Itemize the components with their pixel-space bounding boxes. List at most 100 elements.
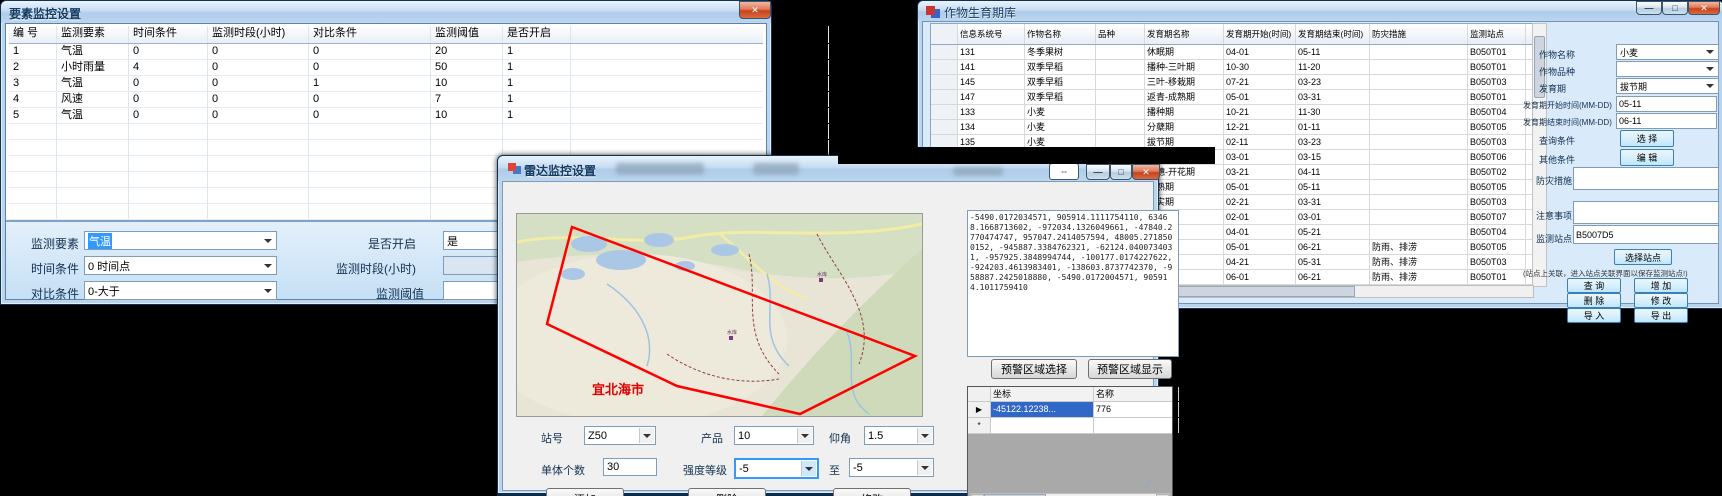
table-row[interactable]: 147双季早稻返青-成熟期05-0103-31B050T01 [931, 90, 1532, 105]
window2-maximize-button[interactable]: □ [1110, 164, 1132, 180]
minimize-icon: — [1645, 4, 1654, 13]
redaction-bar [838, 147, 1215, 164]
warning-area-select-button[interactable]: 预警区域选择 [991, 359, 1077, 379]
delete-button[interactable]: 删除 [688, 488, 766, 496]
table-cell [309, 124, 431, 139]
chevron-down-icon[interactable] [917, 428, 932, 443]
add-button[interactable]: 增 加 [1634, 278, 1688, 293]
import-button[interactable]: 导 入 [1567, 308, 1621, 323]
table-row[interactable]: 145双季早稻三叶-移栽期07-2103-23B050T03 [931, 75, 1532, 90]
map-place-label: 宜北海市 [592, 382, 644, 397]
table-row[interactable]: 3气温001101 [9, 76, 763, 92]
table-header-row[interactable]: 信息系统号作物名称品种发育期名称发育期开始(时间)发育期结束(时间)防灾措施监测… [931, 24, 1532, 45]
table-cell: B050T01 [1468, 60, 1526, 74]
intensity-combobox[interactable]: -5 [734, 458, 819, 479]
measures-textarea[interactable] [1573, 167, 1719, 190]
table-cell: 作物名称 [1025, 24, 1096, 44]
map-marker-label: 水库 [727, 329, 737, 336]
export-button[interactable]: 导 出 [1634, 308, 1688, 323]
table-row[interactable] [9, 124, 763, 140]
redacted-text [753, 163, 799, 175]
chevron-down-icon[interactable] [917, 460, 932, 475]
table-cell: 02-21 [1224, 195, 1296, 209]
table-row[interactable]: 141双季早稻播种-三叶期10-3011-20B050T01 [931, 60, 1532, 75]
table-cell: 04-01 [1224, 225, 1296, 239]
window1-close-button[interactable]: ✕ [739, 1, 771, 19]
window-radar-monitor-settings: 雷达监控设置 ⇔ — □ ✕ [497, 155, 1159, 496]
table-cell: 10-30 [1224, 60, 1296, 74]
add-button[interactable]: 添加 [546, 488, 624, 496]
table-row[interactable]: 134小麦分蘖期12-2101-11B050T05 [931, 120, 1532, 135]
window3-maximize-button[interactable]: □ [1662, 1, 1688, 15]
table-row[interactable]: 1气温000201 [9, 44, 763, 60]
modify-button[interactable]: 修 改 [1634, 293, 1688, 308]
table-cell [571, 26, 829, 43]
window1-titlebar[interactable]: 要素监控设置 ✕ [1, 1, 771, 23]
chevron-down-icon[interactable] [801, 461, 816, 476]
map-canvas: 水库 水库 宜北海市 [517, 214, 922, 416]
window2-close-button[interactable]: ✕ [1132, 164, 1160, 180]
window2-minimize-button[interactable]: — [1086, 164, 1110, 180]
table-row[interactable]: 131冬季果树休眠期04-0105-11B050T01 [931, 45, 1532, 60]
other-edit-button[interactable]: 编 辑 [1620, 149, 1674, 166]
resize-grip[interactable] [1141, 478, 1151, 488]
table-row[interactable]: 5气温000101 [9, 108, 763, 124]
growth-stage-label: 发育期 [1539, 82, 1566, 95]
table-row[interactable] [9, 140, 763, 156]
stage-end-field[interactable]: 06-11 [1616, 113, 1717, 129]
warning-area-show-button[interactable]: 预警区域显示 [1088, 359, 1172, 379]
table-cell: B050T03 [1468, 255, 1526, 269]
chevron-down-icon[interactable] [261, 258, 275, 273]
window3-close-button[interactable]: ✕ [1688, 1, 1720, 15]
chevron-down-icon[interactable] [1703, 80, 1717, 92]
table-cell: 12-21 [1224, 120, 1296, 134]
crop-name-combobox[interactable]: 小麦 [1616, 44, 1719, 60]
query-button[interactable]: 查 询 [1567, 278, 1621, 293]
station-number-combobox[interactable]: Z50 [584, 426, 656, 445]
measures-label: 防灾措施 [1536, 174, 1572, 187]
chevron-down-icon[interactable] [1703, 63, 1717, 75]
polygon-coordinates-textarea[interactable]: -5490.0172034571, 905914.1111754110, 634… [967, 210, 1179, 357]
compare-condition-combobox[interactable]: 0-大于 [84, 281, 277, 300]
time-condition-label: 时间条件 [31, 260, 79, 277]
product-combobox[interactable]: 10 [734, 426, 814, 445]
table-cell: 0 [309, 108, 431, 123]
table-cell: 防雨、排涝 [1370, 270, 1468, 284]
chevron-down-icon[interactable] [1703, 46, 1717, 58]
table-cell [1370, 90, 1468, 104]
table-row[interactable]: ▶-45122.12238...776 [968, 402, 1172, 418]
table-row[interactable]: 133小麦播种期10-2111-30B050T04 [931, 105, 1532, 120]
table-row[interactable]: 4风速00071 [9, 92, 763, 108]
elevation-combobox[interactable]: 1.5 [864, 426, 934, 445]
chevron-down-icon[interactable] [639, 428, 654, 443]
to-intensity-combobox[interactable]: -5 [849, 458, 934, 477]
table-cell: 03-31 [1296, 90, 1370, 104]
grid-header-row[interactable]: 坐标名称 [968, 387, 1172, 402]
element-combobox[interactable]: 气温 [84, 231, 277, 250]
table-row[interactable]: 2小时雨量400501 [9, 60, 763, 76]
table-cell: 0 [129, 76, 208, 91]
table-cell [208, 204, 309, 219]
window3-titlebar[interactable]: 作物生育期库 — □ ✕ [918, 1, 1722, 21]
time-condition-combobox[interactable]: 0 时间点 [84, 256, 277, 275]
modify-button[interactable]: 修改 [833, 488, 911, 496]
chevron-down-icon[interactable] [261, 233, 275, 248]
chevron-down-icon[interactable] [797, 428, 812, 443]
chevron-down-icon[interactable] [261, 283, 275, 298]
table-cell: 7 [431, 92, 503, 107]
select-station-button[interactable]: 选择站点 [1614, 249, 1672, 265]
stage-start-field[interactable]: 05-11 [1616, 96, 1717, 112]
growth-stage-combobox[interactable]: 拔节期 [1616, 78, 1719, 94]
station-field[interactable]: B5007D5 [1573, 225, 1719, 244]
table-row[interactable]: * [968, 418, 1172, 434]
crop-variety-combobox[interactable] [1616, 61, 1719, 77]
notes-textarea[interactable] [1573, 201, 1719, 224]
window2-swap-button[interactable]: ⇔ [1049, 163, 1079, 180]
table-header-row[interactable]: 编 号监测要素时间条件监测时段(小时)对比条件监测阈值是否开启 [9, 26, 763, 44]
delete-button[interactable]: 删 除 [1567, 293, 1621, 308]
window2-client: 水库 水库 宜北海市 -5490.0172034571, 905914.1111… [502, 181, 1154, 491]
query-select-button[interactable]: 选 择 [1620, 130, 1674, 147]
cell-count-field[interactable]: 30 [603, 458, 657, 476]
window3-minimize-button[interactable]: — [1636, 1, 1662, 15]
radar-map[interactable]: 水库 水库 宜北海市 [516, 213, 923, 417]
